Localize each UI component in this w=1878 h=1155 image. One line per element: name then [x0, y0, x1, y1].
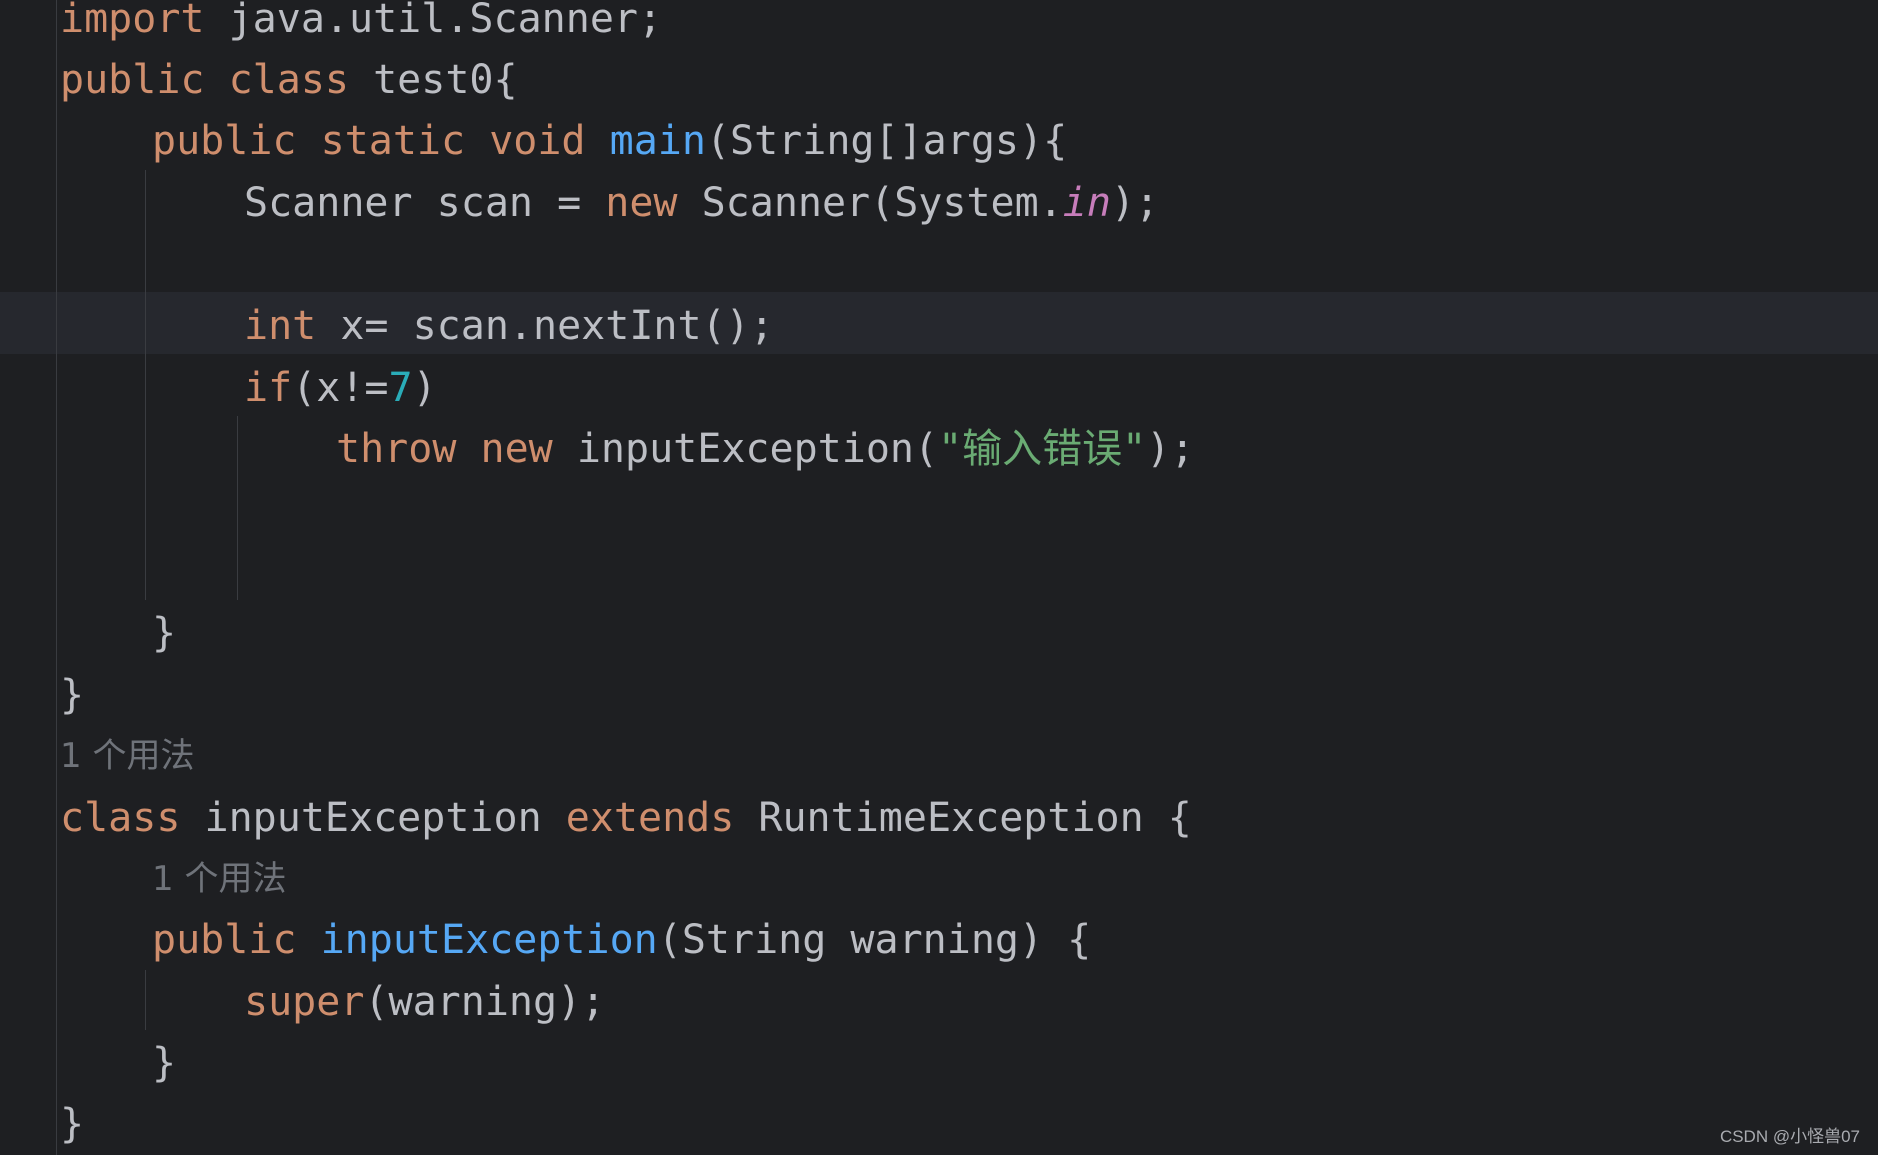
code-editor[interactable]: import java.util.Scanner; public class t… — [0, 0, 1878, 1155]
usage-hint[interactable]: 1 个用法 — [152, 848, 286, 910]
keyword: import — [60, 0, 205, 42]
string-literal: "输入错误" — [938, 426, 1147, 472]
code-text: Scanner scan = — [244, 180, 606, 226]
closing-brace: } — [152, 1040, 177, 1086]
code-text: test0{ — [349, 57, 518, 103]
usage-hint-text: 1 个用法 — [60, 736, 195, 776]
keyword: new — [605, 180, 678, 226]
code-line-6: int x= scan.nextInt(); — [244, 295, 774, 357]
code-area[interactable]: import java.util.Scanner; public class t… — [0, 0, 1878, 1155]
keyword: throw — [336, 426, 457, 472]
keyword: public — [152, 917, 297, 963]
code-text: inputException( — [552, 426, 939, 472]
keyword: super — [244, 979, 365, 1025]
code-text: (String warning) { — [657, 917, 1092, 963]
static-field: in — [1062, 180, 1111, 226]
keyword: class — [228, 57, 350, 103]
number-literal: 7 — [388, 365, 413, 411]
code-text: (x!= — [292, 365, 389, 411]
code-text: RuntimeException { — [734, 795, 1192, 841]
code-line-19: } — [60, 1093, 84, 1155]
code-text: ); — [1110, 180, 1160, 226]
code-line-4: Scanner scan = new Scanner(System.in); — [244, 172, 1159, 234]
code-line-3: public static void main(String[]args){ — [152, 110, 1067, 172]
keyword: int — [244, 303, 317, 349]
method-name: inputException — [320, 917, 658, 963]
code-line-11: } — [152, 602, 176, 664]
method-name: main — [609, 118, 706, 164]
code-text: (warning); — [364, 979, 606, 1025]
code-line-18: } — [152, 1032, 176, 1094]
code-text: inputException — [180, 795, 566, 841]
keyword: public — [152, 118, 297, 164]
code-text: x= scan.nextInt(); — [316, 303, 774, 349]
code-line-12: } — [60, 664, 84, 726]
usage-hint[interactable]: 1 个用法 — [60, 725, 194, 787]
code-line-2: public class test0{ — [60, 49, 518, 111]
closing-brace: } — [60, 1101, 85, 1147]
keyword: public — [60, 57, 205, 103]
code-text: java.util.Scanner; — [204, 0, 663, 42]
code-text: ); — [1146, 426, 1195, 472]
code-line-17: super(warning); — [244, 971, 605, 1033]
watermark: CSDN @小怪兽07 — [1719, 1127, 1860, 1146]
keyword: class — [60, 795, 181, 841]
closing-brace: } — [60, 672, 85, 718]
code-text: ) — [412, 365, 437, 411]
code-line-16: public inputException(String warning) { — [152, 909, 1091, 971]
code-line-14: class inputException extends RuntimeExce… — [60, 787, 1192, 849]
keyword: if — [244, 365, 293, 411]
code-line-7: if(x!=7) — [244, 357, 437, 419]
keyword: extends — [565, 795, 735, 841]
code-line-8: throw new inputException("输入错误"); — [336, 418, 1194, 480]
code-line-1: import java.util.Scanner; — [60, 0, 662, 50]
code-text: Scanner(System. — [677, 180, 1063, 226]
keyword: void — [489, 118, 586, 164]
keyword: new — [480, 426, 553, 472]
code-text: (String[]args){ — [705, 118, 1068, 164]
usage-hint-text: 1 个用法 — [152, 859, 287, 899]
closing-brace: } — [152, 610, 177, 656]
keyword: static — [320, 118, 466, 164]
